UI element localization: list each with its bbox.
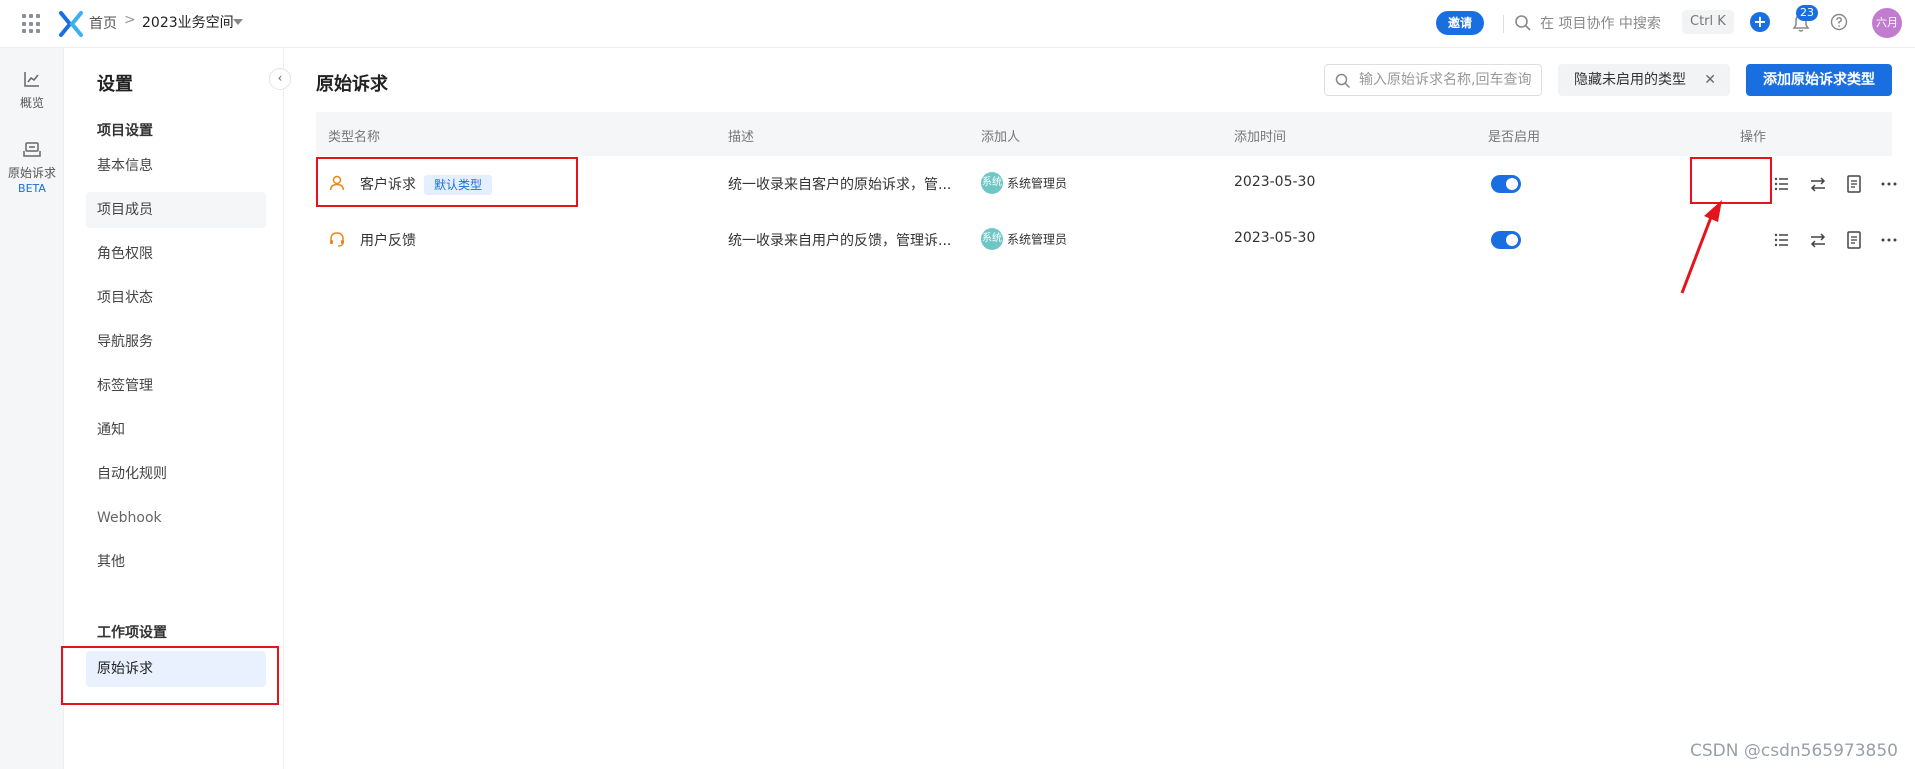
breadcrumb-space[interactable]: 2023业务空间	[142, 12, 234, 32]
type-search-box[interactable]	[1324, 64, 1542, 96]
beta-badge: BETA	[18, 182, 46, 195]
create-button[interactable]: +	[1750, 12, 1770, 32]
inbox-icon	[23, 142, 41, 157]
breadcrumb-home[interactable]: 首页	[89, 13, 117, 33]
avatar: 系统	[981, 228, 1003, 250]
more-icon[interactable]	[1878, 229, 1900, 251]
enabled-toggle[interactable]	[1491, 231, 1521, 249]
description-cell: 统一收录来自用户的反馈，管理诉...	[728, 233, 952, 249]
table-row[interactable]: 用户反馈 统一收录来自用户的反馈，管理诉... 系统 系统管理员 2023-05-…	[316, 212, 1897, 268]
icon-rail: 概览 原始诉求 BETA	[0, 48, 64, 769]
avatar: 系统	[981, 172, 1003, 194]
menu-item-webhook[interactable]: Webhook	[86, 500, 266, 536]
headset-icon	[330, 232, 344, 247]
highlight-box-field-list	[1690, 157, 1772, 204]
rail-item-label: 原始诉求	[7, 166, 56, 180]
menu-item-automation[interactable]: 自动化规则	[86, 456, 266, 492]
settings-title: 设置	[97, 74, 133, 95]
field-list-icon[interactable]	[1771, 173, 1793, 195]
rail-item-label: 概览	[19, 96, 44, 110]
apps-grid-icon[interactable]	[22, 14, 42, 34]
menu-item-other[interactable]: 其他	[86, 544, 266, 580]
document-icon[interactable]	[1843, 229, 1865, 251]
type-name-cell: 用户反馈	[360, 230, 416, 250]
hide-disabled-filter[interactable]: 隐藏未启用的类型 ✕	[1558, 64, 1730, 96]
search-icon[interactable]	[1514, 14, 1532, 32]
page-title: 原始诉求	[316, 74, 388, 95]
help-icon[interactable]	[1830, 13, 1848, 31]
rail-item-overview[interactable]: 概览	[0, 70, 64, 111]
column-header: 类型名称	[328, 130, 381, 145]
description-cell: 统一收录来自客户的原始诉求，管...	[728, 177, 952, 193]
column-header: 描述	[728, 130, 755, 145]
search-shortcut: Ctrl K	[1682, 10, 1734, 34]
group-project-settings: 项目设置	[97, 123, 153, 139]
date-cell: 2023-05-30	[1234, 230, 1316, 246]
column-header: 操作	[1740, 130, 1767, 145]
top-bar: 首页 > 2023业务空间 邀请 在 项目协作 中搜索 Ctrl K + 23 …	[0, 0, 1915, 48]
menu-item-members[interactable]: 项目成员	[86, 192, 266, 228]
group-work-item-settings: 工作项设置	[97, 625, 167, 641]
invite-button[interactable]: 邀请	[1436, 11, 1484, 35]
type-search-input[interactable]	[1359, 70, 1535, 90]
watermark: CSDN @csdn565973850	[1690, 741, 1898, 761]
adder-name: 系统管理员	[1007, 176, 1068, 191]
adder-name: 系统管理员	[1007, 232, 1068, 247]
workflow-icon[interactable]	[1807, 173, 1829, 195]
table-header: 类型名称 描述 添加人 添加时间 是否启用 操作	[316, 112, 1892, 156]
menu-item-notifications[interactable]: 通知	[86, 412, 266, 448]
chart-icon	[24, 72, 39, 87]
menu-item-roles[interactable]: 角色权限	[86, 236, 266, 272]
divider	[1503, 15, 1504, 33]
menu-item-basic-info[interactable]: 基本信息	[86, 148, 266, 184]
filter-label: 隐藏未启用的类型	[1574, 72, 1686, 88]
rail-item-requests[interactable]: 原始诉求 BETA	[0, 140, 64, 195]
date-cell: 2023-05-30	[1234, 174, 1316, 190]
highlight-box-menu-item	[61, 646, 279, 705]
add-request-type-button[interactable]: 添加原始诉求类型	[1746, 64, 1892, 96]
global-search[interactable]: 在 项目协作 中搜索	[1540, 13, 1661, 33]
document-icon[interactable]	[1843, 173, 1865, 195]
notification-badge: 23	[1796, 5, 1818, 21]
adder-cell: 系统 系统管理员	[981, 228, 1067, 250]
highlight-box-type-name	[316, 157, 578, 207]
column-header: 添加时间	[1234, 130, 1287, 145]
column-header: 是否启用	[1488, 130, 1541, 145]
menu-item-status[interactable]: 项目状态	[86, 280, 266, 316]
enabled-toggle[interactable]	[1491, 175, 1521, 193]
field-list-icon[interactable]	[1771, 229, 1793, 251]
menu-item-navigation[interactable]: 导航服务	[86, 324, 266, 360]
search-icon	[1335, 73, 1351, 89]
chevron-down-icon[interactable]	[233, 19, 243, 25]
more-icon[interactable]	[1878, 173, 1900, 195]
user-avatar[interactable]: 六月	[1872, 8, 1902, 38]
column-header: 添加人	[981, 130, 1021, 145]
workflow-icon[interactable]	[1807, 229, 1829, 251]
close-icon[interactable]: ✕	[1704, 64, 1716, 96]
type-name[interactable]: 用户反馈	[360, 233, 416, 249]
adder-cell: 系统 系统管理员	[981, 172, 1067, 194]
logo-icon[interactable]	[58, 10, 84, 38]
breadcrumb-separator: >	[124, 12, 136, 28]
menu-item-tags[interactable]: 标签管理	[86, 368, 266, 404]
